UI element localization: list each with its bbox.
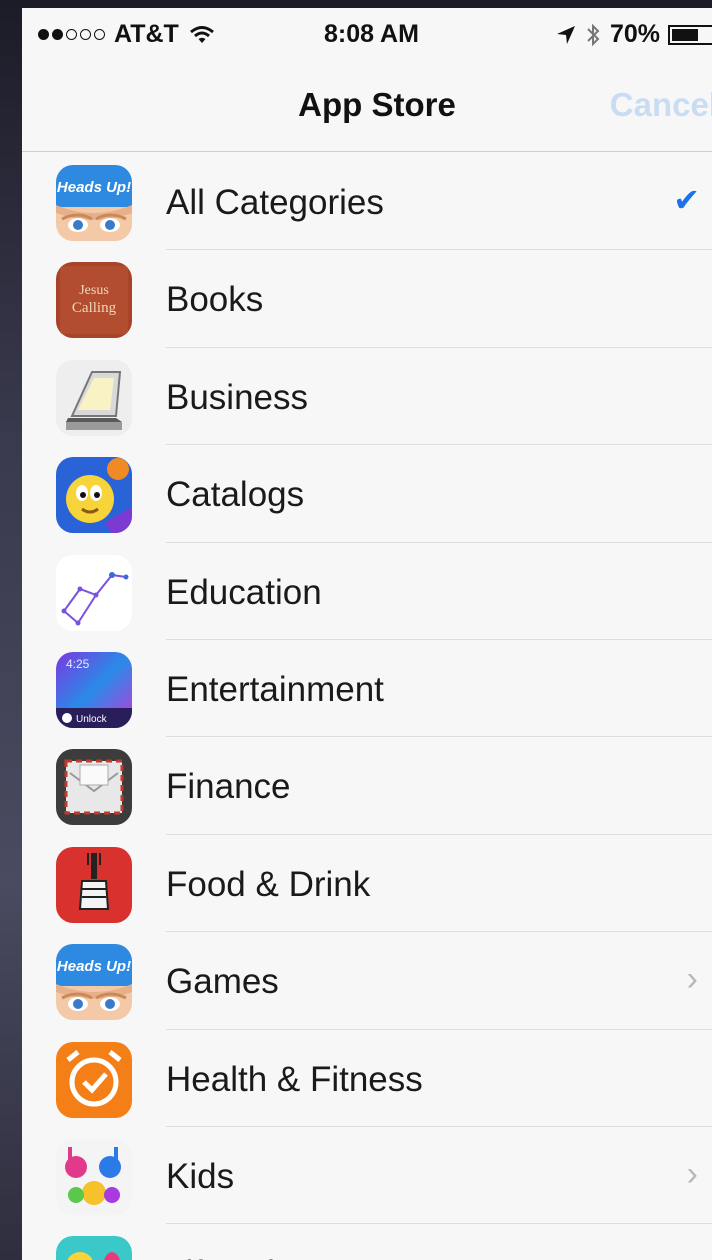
cancel-button[interactable]: Cancel [610,86,712,124]
battery-percent: 70% [609,20,660,48]
app-store-category-picker: AT&T 8:08 AM 70% App Store Cancel Heads … [22,8,712,1260]
category-row[interactable]: Food & Drink [22,835,712,933]
wifi-icon [189,25,215,45]
category-row[interactable]: 4:25 Unlock Entertainment [22,640,712,738]
svg-text:Jesus: Jesus [79,283,109,298]
carrier-name: AT&T [114,20,179,48]
category-list: Heads Up! All Categories ✔ Jesus Calling … [22,153,712,1260]
chevron-right-icon: › [686,1154,698,1193]
chevron-right-icon: › [686,960,698,999]
heads-up-icon: Heads Up! [56,944,132,1021]
bluetooth-icon [586,23,600,47]
status-bar: AT&T 8:08 AM 70% [22,8,712,60]
category-row[interactable]: Heads Up! Games › [22,932,712,1030]
svg-text:Unlock: Unlock [76,714,108,725]
category-label: Food & Drink [166,864,371,904]
constellation-icon [56,554,132,631]
category-row[interactable]: Finance [22,737,712,835]
painted-hands-icon [56,1138,132,1215]
category-label: All Categories [166,183,384,222]
page-title: App Store [298,86,456,123]
category-label: Kids [166,1156,235,1196]
category-label: Education [166,572,322,612]
category-row[interactable]: Lifestyle [22,1224,712,1260]
checkmark-icon: ✔ [673,182,700,218]
battery-icon [668,24,712,45]
location-arrow-icon [556,25,576,45]
alarm-clock-icon [56,1041,132,1118]
svg-text:Heads Up!: Heads Up! [57,958,131,975]
category-row[interactable]: Education [22,543,712,640]
svg-text:Calling: Calling [72,300,117,316]
emoji-hearts-icon [56,1236,132,1260]
signal-strength-icon [38,29,108,40]
category-label: Health & Fitness [166,1059,423,1099]
category-row[interactable]: Heads Up! All Categories ✔ [22,153,712,251]
envelope-icon [56,749,132,826]
status-left: AT&T [38,20,215,49]
fork-fist-icon [56,846,132,923]
category-label: Entertainment [166,669,384,709]
category-label: Games [166,962,279,1002]
category-label: Catalogs [166,475,305,515]
svg-text:4:25: 4:25 [66,657,90,671]
category-row[interactable]: Catalogs [22,445,712,543]
navigation-bar: App Store Cancel [22,60,712,152]
svg-text:Heads Up!: Heads Up! [57,179,131,196]
category-row[interactable]: Kids › [22,1127,712,1225]
category-label: Books [166,280,264,320]
status-right: 70% [556,20,712,49]
status-time: 8:08 AM [324,20,419,48]
scanner-icon [56,359,132,436]
category-row[interactable]: Business [22,348,712,446]
category-row[interactable]: Jesus Calling Books [22,250,712,348]
lockscreen-icon: 4:25 Unlock [56,651,132,728]
category-label: Business [166,377,309,417]
emoji-face-icon [56,457,132,534]
category-label: Finance [166,767,291,807]
category-label: Lifestyle [166,1254,294,1260]
heads-up-icon: Heads Up! [56,165,132,241]
jesus-calling-icon: Jesus Calling [56,262,132,339]
category-row[interactable]: Health & Fitness [22,1030,712,1127]
